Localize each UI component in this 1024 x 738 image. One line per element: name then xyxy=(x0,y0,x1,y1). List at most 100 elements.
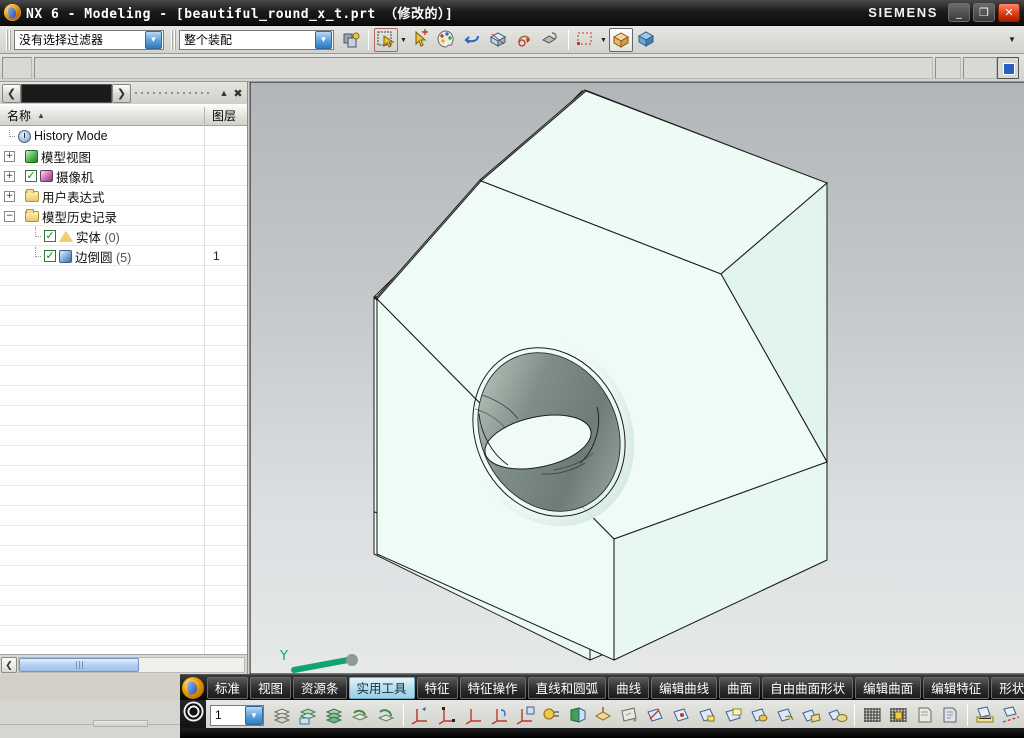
panel-back-button[interactable]: ❮ xyxy=(2,83,21,103)
tree-horizontal-scrollbar[interactable]: ❮ xyxy=(0,654,247,674)
selection-scope-dropdown-arrow[interactable]: ▼ xyxy=(399,28,408,52)
graphics-viewport[interactable]: Y xyxy=(249,82,1024,674)
orient-view-icon[interactable] xyxy=(609,27,633,52)
panel-tab-strip[interactable] xyxy=(21,83,112,103)
panel-forward-button[interactable]: ❯ xyxy=(112,83,131,103)
selection-filter-combo[interactable]: 没有选择过滤器 ▼ xyxy=(14,29,164,50)
toolbar-tab-label: 形状分析 xyxy=(999,682,1024,696)
move-to-layer-icon[interactable] xyxy=(348,703,372,727)
tree-row[interactable]: ✓ 边倒圆 (5) 1 xyxy=(0,246,247,266)
tree-expander[interactable]: + xyxy=(4,150,15,162)
tree-row[interactable]: − 模型历史记录 xyxy=(0,206,247,226)
close-button[interactable]: ✕ xyxy=(998,3,1020,22)
wcs-orient-icon[interactable] xyxy=(487,703,511,727)
toolbar-grip[interactable] xyxy=(6,29,11,50)
layer-face-icon[interactable] xyxy=(912,703,936,727)
layer-visible-icon[interactable] xyxy=(296,703,320,727)
filler-handle[interactable] xyxy=(93,720,148,727)
work-layer-combo[interactable]: 1 ▼ xyxy=(210,704,264,726)
tree-row[interactable]: + 用户表达式 xyxy=(0,186,247,206)
tree-header-name[interactable]: 名称 ▲ xyxy=(0,106,205,124)
datum-plane-icon[interactable] xyxy=(617,703,641,727)
rectangle-select-icon[interactable] xyxy=(574,28,598,52)
toolbar-tab-9[interactable]: 曲面 xyxy=(719,676,761,699)
wcs-dynamics-icon-b[interactable] xyxy=(409,703,433,727)
scroll-track[interactable] xyxy=(18,656,245,673)
maximize-button[interactable]: ❐ xyxy=(973,3,995,22)
copy-to-layer-icon[interactable] xyxy=(374,703,398,727)
part-navigator-tree[interactable]: History Mode + 模型视图 + ✓ 摄像机 + 用户表达式 − 模型历史记录 ✓ 实体 (… xyxy=(0,126,247,654)
toolbar-tab-4[interactable]: 特征 xyxy=(416,676,458,699)
toolbar-tab-12[interactable]: 编辑特征 xyxy=(923,676,990,699)
csys-icon[interactable] xyxy=(591,703,615,727)
point-set-icon[interactable] xyxy=(695,703,719,727)
window-restore-icon[interactable] xyxy=(997,56,1019,79)
cue-text-field[interactable] xyxy=(34,56,933,79)
wcs-save-icon[interactable] xyxy=(565,703,589,727)
point-icon[interactable] xyxy=(669,703,693,727)
tree-row[interactable]: History Mode xyxy=(0,126,247,146)
toolbar-tab-1[interactable]: 视图 xyxy=(250,676,292,699)
wcs-zaxis-icon[interactable] xyxy=(513,703,537,727)
tree-row[interactable]: + 模型视图 xyxy=(0,146,247,166)
color-palette-icon[interactable] xyxy=(435,28,459,52)
layer-settings-icon[interactable] xyxy=(270,703,294,727)
toolbar-tab-13[interactable]: 形状分析 xyxy=(991,676,1024,699)
tree-expander[interactable]: + xyxy=(4,190,15,202)
tree-expander[interactable]: + xyxy=(4,170,15,182)
toolbar-tab-0[interactable]: 标准 xyxy=(207,676,249,699)
toolbar-tab-11[interactable]: 编辑曲面 xyxy=(855,676,922,699)
scroll-left-button[interactable]: ❮ xyxy=(1,656,17,673)
assembly-scope-combo[interactable]: 整个装配 ▼ xyxy=(179,29,334,50)
tree-expander[interactable]: − xyxy=(4,210,15,222)
body-icon xyxy=(59,230,73,242)
tree-row[interactable]: ✓ 实体 (0) xyxy=(0,226,247,246)
datum-axis-icon[interactable] xyxy=(643,703,667,727)
thicken-icon[interactable] xyxy=(799,703,823,727)
tree-checkbox[interactable]: ✓ xyxy=(44,250,56,262)
grid-icon[interactable] xyxy=(860,703,884,727)
toolbar-overflow-arrow[interactable]: ▼ xyxy=(1007,35,1021,44)
layer-body-icon[interactable] xyxy=(938,703,962,727)
panel-pin-button[interactable]: ▲ xyxy=(217,88,231,98)
wcs-dynamics-icon[interactable] xyxy=(513,28,537,52)
tree-checkbox[interactable]: ✓ xyxy=(25,170,37,182)
layer-category-icon[interactable] xyxy=(322,703,346,727)
chevron-down-icon[interactable]: ▼ xyxy=(145,30,162,49)
grid-snap-icon[interactable] xyxy=(886,703,910,727)
toolbar-tab-7[interactable]: 曲线 xyxy=(608,676,650,699)
scroll-thumb[interactable] xyxy=(19,657,139,672)
selection-scope-icon[interactable] xyxy=(374,27,398,52)
shaded-view-icon[interactable] xyxy=(487,28,511,52)
tree-row[interactable]: + ✓ 摄像机 xyxy=(0,166,247,186)
chevron-down-icon-layer[interactable]: ▼ xyxy=(245,705,263,725)
minimize-button[interactable]: _ xyxy=(948,3,970,22)
rendering-style-icon[interactable] xyxy=(539,28,563,52)
solid-body-icon[interactable] xyxy=(635,28,659,52)
toolbar-tab-5[interactable]: 特征操作 xyxy=(459,676,526,699)
extract-icon[interactable] xyxy=(747,703,771,727)
rectangle-select-dropdown-arrow[interactable]: ▼ xyxy=(599,28,608,52)
section-icon[interactable] xyxy=(721,703,745,727)
snap-point-icon[interactable] xyxy=(409,28,433,52)
toolbar-tab-3[interactable]: 实用工具 xyxy=(348,676,415,699)
measure-distance-icon[interactable] xyxy=(973,703,997,727)
toolbar-tab-10[interactable]: 自由曲面形状 xyxy=(762,676,854,699)
toolbar-tab-8[interactable]: 编辑曲线 xyxy=(651,676,718,699)
offset-icon[interactable] xyxy=(773,703,797,727)
toolbar-grip-2[interactable] xyxy=(171,29,176,50)
tree-header-layer[interactable]: 图层 xyxy=(205,107,247,124)
chevron-down-icon-2[interactable]: ▼ xyxy=(315,30,332,49)
panel-drag-handle[interactable] xyxy=(131,84,217,103)
sew-icon[interactable] xyxy=(825,703,849,727)
tree-checkbox[interactable]: ✓ xyxy=(44,230,56,242)
toolbar-tab-2[interactable]: 资源条 xyxy=(293,676,347,699)
toolbar-tab-6[interactable]: 直线和圆弧 xyxy=(527,676,607,699)
measure-angle-icon[interactable] xyxy=(999,703,1023,727)
panel-close-button[interactable]: ✖ xyxy=(231,87,245,100)
wcs-rotate-icon[interactable] xyxy=(461,703,485,727)
back-arrow-icon[interactable] xyxy=(461,28,485,52)
selection-filter-icon[interactable] xyxy=(339,28,363,52)
wcs-origin-icon[interactable] xyxy=(435,703,459,727)
wcs-display-icon[interactable] xyxy=(539,703,563,727)
